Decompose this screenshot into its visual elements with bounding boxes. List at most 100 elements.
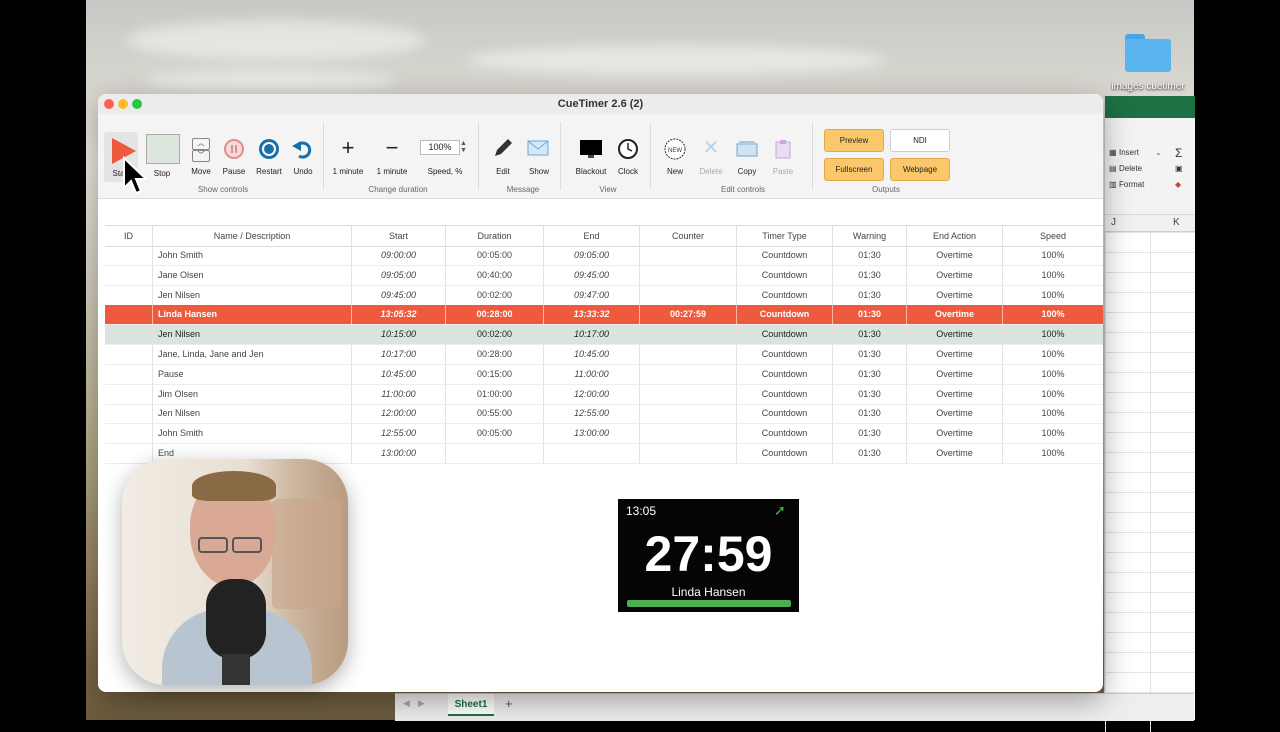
webpage-button[interactable]: Webpage bbox=[890, 158, 950, 181]
cell-end[interactable]: 13:00:00 bbox=[544, 424, 640, 444]
cell-type[interactable]: Countdown bbox=[737, 424, 833, 444]
close-window-button[interactable] bbox=[104, 99, 114, 109]
cell-warning[interactable]: 01:30 bbox=[833, 246, 907, 265]
excel-insert[interactable]: Insert bbox=[1119, 148, 1139, 157]
cell-speed[interactable]: 100% bbox=[1003, 246, 1103, 265]
cell-start[interactable]: 13:05:32 bbox=[352, 305, 446, 325]
cell-warning[interactable]: 01:30 bbox=[833, 325, 907, 345]
add-sheet-button[interactable]: + bbox=[505, 696, 513, 711]
cell-counter[interactable] bbox=[640, 285, 737, 305]
cell-duration[interactable]: 00:40:00 bbox=[446, 265, 544, 285]
cell-id[interactable] bbox=[105, 345, 153, 364]
sheet-nav-arrows-icon[interactable]: ◀▶ bbox=[403, 698, 433, 709]
blackout-button[interactable]: Blackout bbox=[572, 138, 610, 182]
cell-duration[interactable]: 01:00:00 bbox=[446, 384, 544, 404]
cell-speed[interactable]: 100% bbox=[1003, 266, 1103, 285]
cell-end[interactable]: 09:47:00 bbox=[544, 285, 640, 305]
table-row[interactable]: Jim Olsen 11:00:00 01:00:00 12:00:00 Countdo… bbox=[105, 384, 1103, 405]
cell-speed[interactable]: 100% bbox=[1003, 385, 1103, 404]
cell-end[interactable]: 10:45:00 bbox=[544, 345, 640, 364]
cell-speed[interactable]: 100% bbox=[1003, 404, 1103, 423]
new-button[interactable]: NEW New bbox=[660, 138, 690, 182]
cell-start[interactable]: 09:00:00 bbox=[352, 246, 446, 265]
header-speed[interactable]: Speed bbox=[1003, 226, 1103, 246]
cell-id[interactable] bbox=[105, 404, 153, 424]
cell-name[interactable]: Jim Olsen bbox=[153, 384, 352, 404]
clock-button[interactable]: Clock bbox=[614, 138, 642, 182]
cell-id[interactable] bbox=[105, 384, 153, 404]
clear-icon[interactable]: ◆ bbox=[1175, 180, 1181, 189]
header-counter[interactable]: Counter bbox=[640, 226, 737, 246]
copy-button[interactable]: Copy bbox=[732, 138, 762, 182]
cell-warning[interactable]: 01:30 bbox=[833, 305, 907, 325]
cell-duration[interactable]: 00:28:00 bbox=[446, 305, 544, 325]
table-row[interactable]: Jen Nilsen 10:15:00 00:02:00 10:17:00 Countd… bbox=[105, 325, 1103, 346]
cell-type[interactable]: Countdown bbox=[737, 345, 833, 364]
cell-type[interactable]: Countdown bbox=[737, 384, 833, 404]
undo-button[interactable]: Undo bbox=[290, 138, 316, 182]
table-row[interactable]: Pause 10:45:00 00:15:00 11:00:00 Countdown 01… bbox=[105, 364, 1103, 385]
desktop-folder-icon[interactable] bbox=[1125, 34, 1171, 72]
header-id[interactable]: ID bbox=[105, 226, 153, 246]
table-row[interactable]: Jen Nilsen 12:00:00 00:55:00 12:55:00 Countd… bbox=[105, 404, 1103, 425]
cell-action[interactable]: Overtime bbox=[907, 265, 1003, 285]
cell-action[interactable]: Overtime bbox=[907, 364, 1003, 384]
cell-duration[interactable]: 00:28:00 bbox=[446, 345, 544, 364]
restart-button[interactable]: Restart bbox=[254, 138, 284, 182]
cell-warning[interactable]: 01:30 bbox=[833, 404, 907, 424]
sheet-tab[interactable]: Sheet1 bbox=[448, 694, 494, 716]
cell-start[interactable]: 11:00:00 bbox=[352, 384, 446, 404]
cell-id[interactable] bbox=[105, 364, 153, 384]
cell-duration[interactable]: 00:05:00 bbox=[446, 246, 544, 265]
cell-warning[interactable]: 01:30 bbox=[833, 444, 907, 463]
cell-id[interactable] bbox=[105, 424, 153, 444]
preview-button[interactable]: Preview bbox=[824, 129, 884, 152]
table-row[interactable]: John Smith 09:00:00 00:05:00 09:05:00 Countd… bbox=[105, 246, 1103, 266]
cell-type[interactable]: Countdown bbox=[737, 444, 833, 463]
cell-action[interactable]: Overtime bbox=[907, 246, 1003, 265]
cell-counter[interactable] bbox=[640, 404, 737, 424]
cell-name[interactable]: John Smith bbox=[153, 424, 352, 444]
cell-type[interactable]: Countdown bbox=[737, 265, 833, 285]
cell-action[interactable]: Overtime bbox=[907, 345, 1003, 364]
cell-counter[interactable] bbox=[640, 246, 737, 265]
cell-start[interactable]: 12:00:00 bbox=[352, 404, 446, 424]
show-message-button[interactable]: Show bbox=[524, 136, 554, 182]
cell-warning[interactable]: 01:30 bbox=[833, 285, 907, 305]
cell-id[interactable] bbox=[105, 246, 153, 265]
cell-counter[interactable] bbox=[640, 384, 737, 404]
cell-warning[interactable]: 01:30 bbox=[833, 384, 907, 404]
cell-type[interactable]: Countdown bbox=[737, 325, 833, 345]
cell-name[interactable]: Jen Nilsen bbox=[153, 325, 352, 345]
cell-action[interactable]: Overtime bbox=[907, 285, 1003, 305]
cell-duration[interactable]: 00:55:00 bbox=[446, 404, 544, 424]
cell-type[interactable]: Countdown bbox=[737, 246, 833, 265]
cell-duration[interactable] bbox=[446, 444, 544, 463]
stepper-arrows-icon[interactable]: ▲ ▼ bbox=[460, 140, 467, 154]
header-timer-type[interactable]: Timer Type bbox=[737, 226, 833, 246]
speed-stepper[interactable]: 100% ▲ ▼ Speed, % bbox=[418, 140, 472, 182]
cell-end[interactable]: 12:55:00 bbox=[544, 404, 640, 424]
autosum-icon[interactable]: Σ bbox=[1175, 146, 1182, 160]
cell-counter[interactable] bbox=[640, 345, 737, 364]
cell-start[interactable]: 10:45:00 bbox=[352, 364, 446, 384]
header-end[interactable]: End bbox=[544, 226, 640, 246]
cell-name[interactable]: John Smith bbox=[153, 246, 352, 265]
cell-speed[interactable]: 100% bbox=[1003, 345, 1103, 364]
pause-button[interactable]: Pause bbox=[220, 138, 248, 182]
speed-input[interactable]: 100% bbox=[420, 140, 460, 155]
cell-id[interactable] bbox=[105, 265, 153, 285]
excel-delete[interactable]: Delete bbox=[1119, 164, 1142, 173]
add-minute-button[interactable]: + 1 minute bbox=[330, 137, 366, 182]
cell-name[interactable]: Jane Olsen bbox=[153, 265, 352, 285]
cell-speed[interactable]: 100% bbox=[1003, 365, 1103, 384]
cell-action[interactable]: Overtime bbox=[907, 404, 1003, 424]
cell-id[interactable] bbox=[105, 305, 153, 325]
move-down-icon[interactable]: ﹀ bbox=[192, 150, 210, 162]
table-row[interactable]: Jane, Linda, Jane and Jen 10:17:00 00:28:0… bbox=[105, 345, 1103, 365]
cell-start[interactable]: 12:55:00 bbox=[352, 424, 446, 444]
cell-name[interactable]: Linda Hansen bbox=[153, 305, 352, 325]
header-warning[interactable]: Warning bbox=[833, 226, 907, 246]
cell-end[interactable]: 11:00:00 bbox=[544, 364, 640, 384]
cell-speed[interactable]: 100% bbox=[1003, 444, 1103, 463]
